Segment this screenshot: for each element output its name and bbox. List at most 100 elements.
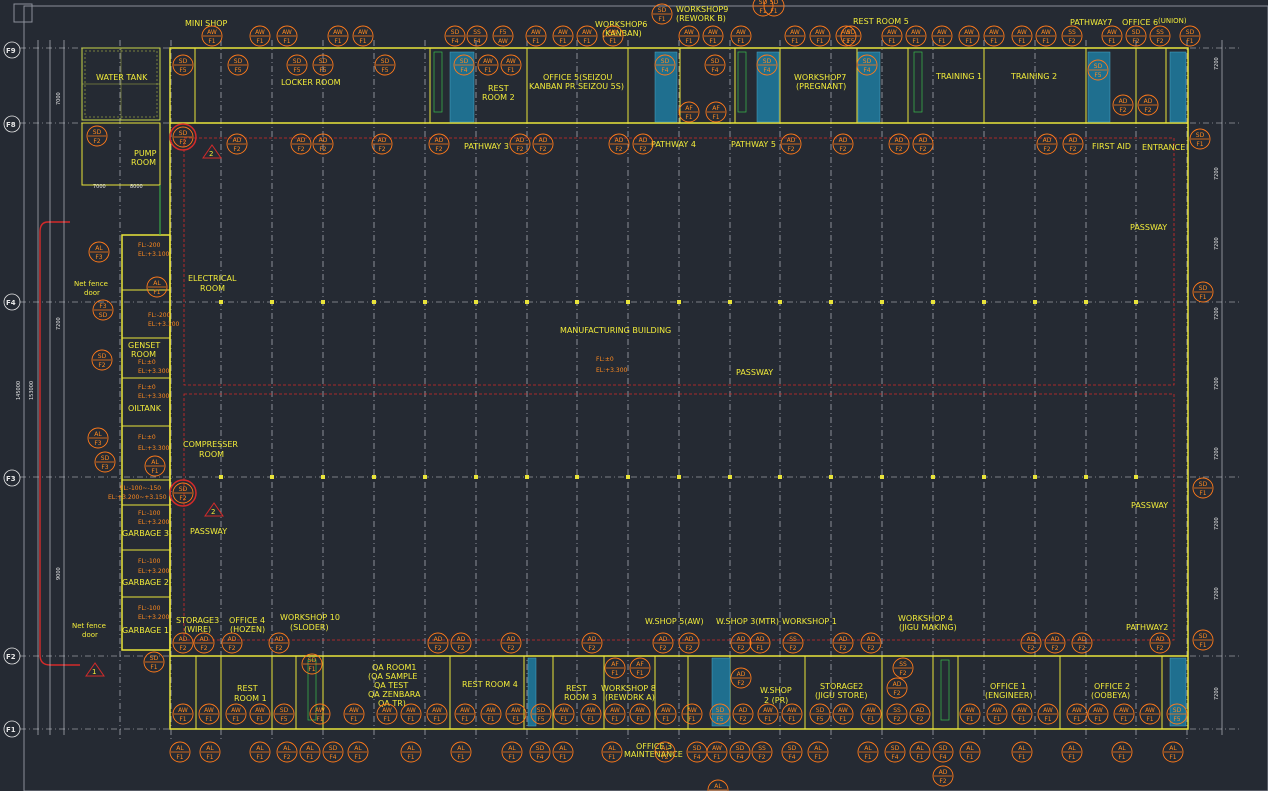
- tag-bubble: AD F2: [730, 667, 752, 689]
- tag-bubble: SD F5: [312, 54, 334, 76]
- level-fl: FL:±0: [138, 359, 156, 366]
- tag-type: AF: [611, 661, 619, 668]
- tag-floor: F1: [150, 664, 157, 671]
- tag-bubble: AL F1: [601, 741, 623, 763]
- label-pathway-3: PATHWAY 3: [464, 142, 509, 151]
- tag-type: AD: [434, 636, 443, 643]
- tag-floor: F2: [179, 139, 186, 146]
- tag-type: AW: [506, 58, 516, 65]
- tag-bubble: AW F1: [881, 25, 903, 47]
- tag-type: AW: [1093, 707, 1103, 714]
- tag-type: SD: [658, 7, 667, 14]
- tag-floor: F2: [758, 754, 765, 761]
- tag-bubble: AW F1: [832, 703, 854, 725]
- tag-floor: F1: [1146, 716, 1153, 723]
- tag-type: AW: [1017, 707, 1027, 714]
- tag-bubble: SD F4: [856, 54, 878, 76]
- level-el: EL:+3.200~+3.150: [108, 494, 167, 501]
- dim-total: 145000: [16, 381, 22, 400]
- tag-type: AW: [486, 707, 496, 714]
- label-pathway-7: PATHWAY7: [1070, 18, 1112, 27]
- tag-floor: F2: [1132, 38, 1139, 45]
- tag-type: AW: [511, 707, 521, 714]
- label-electrical-room-b: ROOM: [200, 284, 225, 293]
- tag-type: SD: [150, 655, 159, 662]
- tag-bubble: AD F2: [428, 133, 450, 155]
- tag-bubble: SD F1: [1192, 281, 1214, 303]
- tag-bubble: AW F1: [172, 703, 194, 725]
- label-rest-room-3-b: ROOM 3: [564, 693, 597, 702]
- label-workshop-6: WORKSHOP6: [595, 20, 647, 29]
- label-workshop-9: WORKSHOP9: [676, 5, 728, 14]
- tag-floor: F2: [1156, 38, 1163, 45]
- tag-type: SS: [789, 636, 797, 643]
- tag-bubble: AW F1: [959, 703, 981, 725]
- tag-type: SD: [716, 707, 725, 714]
- tag-bubble: AD F2: [500, 632, 522, 654]
- tag-bubble: AD F2: [886, 677, 908, 699]
- room-labels: MINI SHOP WATER TANK LOCKER ROOM REST RO…: [72, 5, 1187, 759]
- tag-type: AW: [684, 29, 694, 36]
- tag-floor: F1: [407, 716, 414, 723]
- tag-type: AW: [815, 29, 825, 36]
- tag-type: AD: [1051, 636, 1060, 643]
- tag-bubble: AW F1: [225, 703, 247, 725]
- tag-type: AW: [661, 707, 671, 714]
- tag-bubble: AL F1: [1162, 741, 1184, 763]
- tag-floor: F2: [737, 680, 744, 687]
- tag-type: AW: [1119, 707, 1129, 714]
- tag-floor: F1: [487, 716, 494, 723]
- level-el: EL:+3.200: [138, 519, 170, 526]
- tag-bubble: AD F2: [1137, 94, 1159, 116]
- svg-text:7200: 7200: [1214, 167, 1220, 180]
- tag-floor: F1: [179, 716, 186, 723]
- label-office-4: OFFICE 4: [229, 616, 265, 625]
- tag-type: AD: [839, 137, 848, 144]
- tag-floor: F2: [1043, 146, 1050, 153]
- tag-floor: F2: [588, 645, 595, 652]
- tag-floor: F1: [583, 38, 590, 45]
- tag-floor: F1: [1120, 716, 1127, 723]
- tag-bubble: AD F2: [509, 133, 531, 155]
- tag-bubble: AW F1: [1087, 703, 1109, 725]
- tag-type: AL: [306, 745, 314, 752]
- tag-bubble: AW F1: [477, 54, 499, 76]
- tag-bubble: AF F1: [705, 101, 727, 123]
- label-passway-center: PASSWAY: [736, 368, 773, 377]
- tag-bubble: SS F4: [466, 25, 488, 47]
- level-fl: FL:-100~-150: [120, 485, 161, 492]
- tag-floor: F1: [662, 716, 669, 723]
- tag-bubble: SS F2: [892, 657, 914, 679]
- tag-bubble: AL F3: [88, 241, 110, 263]
- tag-type: SD: [1132, 29, 1141, 36]
- grid-label-f2: F2: [6, 653, 16, 661]
- tag-floor: F2: [98, 362, 105, 369]
- tag-bubble: AD F2: [652, 632, 674, 654]
- grid-label-f9: F9: [6, 47, 16, 55]
- tag-bubble: AW F1: [931, 25, 953, 47]
- tag-floor: F5: [816, 716, 823, 723]
- tag-bubble: SD F5: [227, 54, 249, 76]
- tag-type: AW: [1145, 707, 1155, 714]
- tag-bubble: SD F1: [1189, 128, 1211, 150]
- grid-label-f8: F8: [6, 121, 16, 129]
- tag-bubble: AW F1: [454, 703, 476, 725]
- tag-floor: F5: [280, 716, 287, 723]
- tag-type: AD: [233, 137, 242, 144]
- tag-type: SS: [893, 707, 901, 714]
- tag-type: AF: [685, 105, 693, 112]
- tag-floor: F1: [685, 114, 692, 121]
- tag-bubble: AD F2: [909, 703, 931, 725]
- tag-bubble: AL F1: [807, 741, 829, 763]
- tag-type: AD: [739, 707, 748, 714]
- tag-bubble: AF F1: [629, 657, 651, 679]
- tag-bubble: AD F2: [730, 632, 752, 654]
- tag-bubble: AD F2: [1071, 632, 1093, 654]
- label-rest-room-5: REST ROOM 5: [853, 17, 909, 26]
- tag-type: AW: [558, 29, 568, 36]
- tag-floor: F1: [709, 38, 716, 45]
- tag-bubble: SS F2: [1061, 25, 1083, 47]
- tag-bubble: AW F1: [576, 25, 598, 47]
- tag-floor: F1: [560, 716, 567, 723]
- tag-type: AD: [867, 636, 876, 643]
